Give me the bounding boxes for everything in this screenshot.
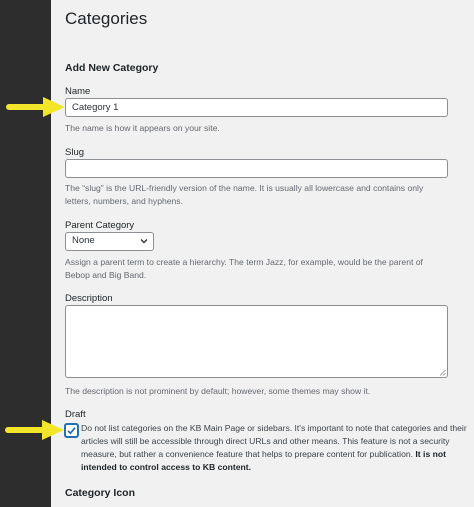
name-help-text: The name is how it appears on your site.: [65, 123, 220, 133]
chevron-down-icon: [140, 239, 148, 244]
draft-description-text: Do not list categories on the KB Main Pa…: [81, 423, 467, 459]
category-icon-heading: Category Icon: [65, 487, 136, 499]
description-label: Description: [65, 293, 113, 304]
description-textarea[interactable]: [65, 305, 448, 378]
annotation-arrow-icon: [5, 420, 64, 440]
name-input[interactable]: [65, 98, 448, 117]
resize-handle-icon[interactable]: [439, 369, 446, 376]
slug-help-text: The “slug” is the URL-friendly version o…: [65, 183, 424, 206]
draft-description: Do not list categories on the KB Main Pa…: [81, 422, 471, 474]
slug-input[interactable]: [65, 159, 448, 178]
parent-category-help-text: Assign a parent term to create a hierarc…: [65, 257, 423, 280]
description-help-text: The description is not prominent by defa…: [65, 386, 371, 396]
main-content: Categories Add New Category Name The nam…: [51, 0, 474, 507]
section-title: Add New Category: [65, 62, 159, 74]
page-title: Categories: [65, 9, 148, 28]
parent-category-selected: None: [72, 235, 95, 246]
slug-label: Slug: [65, 147, 85, 158]
draft-label: Draft: [65, 409, 86, 420]
annotation-arrow-icon: [6, 97, 65, 117]
parent-category-label: Parent Category: [65, 220, 135, 231]
parent-category-select[interactable]: None: [65, 232, 154, 251]
